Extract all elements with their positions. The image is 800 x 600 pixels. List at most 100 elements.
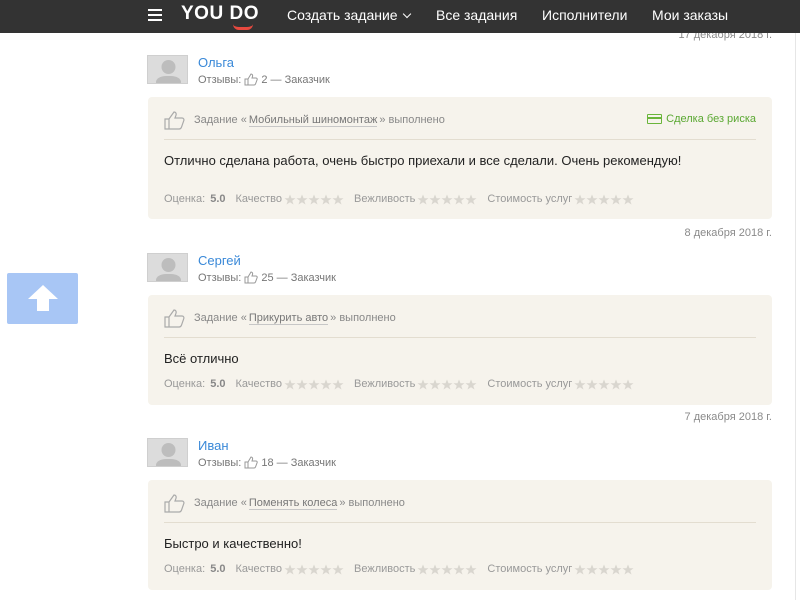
- star-icon: [622, 379, 634, 389]
- nav-my-orders[interactable]: Мои заказы: [652, 7, 728, 23]
- arrow-up-icon: [28, 285, 58, 311]
- avatar[interactable]: [147, 438, 188, 467]
- reviewer-meta: Отзывы: 25 — Заказчик: [198, 271, 336, 284]
- rating-row: Оценка: 5.0 Качество Вежливость Стоимост…: [164, 563, 644, 575]
- reviewer-role: — Заказчик: [270, 73, 330, 86]
- star-icon: [598, 379, 610, 389]
- credit-card-icon: [647, 114, 663, 124]
- reviews-label: Отзывы:: [198, 271, 242, 284]
- reviewer-meta: Отзывы: 2 — Заказчик: [198, 73, 330, 86]
- task-link[interactable]: Прикурить авто: [248, 312, 329, 325]
- star-icon: [308, 379, 320, 389]
- star-icon: [284, 564, 296, 574]
- star-icon: [308, 564, 320, 574]
- score-prefix: Оценка:: [164, 563, 206, 575]
- menu-icon[interactable]: [148, 9, 162, 21]
- thumb-up-icon: [244, 271, 259, 284]
- star-icon: [465, 564, 477, 574]
- reviewer-meta: Отзывы: 18 — Заказчик: [198, 456, 336, 469]
- star-icon: [308, 194, 320, 204]
- review-card: Задание «Прикурить авто» выполнено Всё о…: [148, 295, 772, 405]
- reviews-count: 25: [261, 271, 274, 284]
- task-prefix: Задание «: [194, 497, 247, 509]
- star-icon: [417, 564, 429, 574]
- star-icon: [598, 564, 610, 574]
- safe-deal-link[interactable]: Сделка без риска: [647, 113, 756, 125]
- star-icon: [610, 194, 622, 204]
- task-info: Задание «Мобильный шиномонтаж» выполнено…: [164, 110, 756, 130]
- cost-stars: [574, 194, 634, 205]
- star-icon: [320, 379, 332, 389]
- reviews-count: 2: [261, 73, 268, 86]
- thumb-up-icon: [244, 456, 259, 469]
- star-icon: [586, 194, 598, 204]
- score-prefix: Оценка:: [164, 193, 206, 205]
- star-icon: [441, 564, 453, 574]
- chevron-down-icon: [402, 9, 411, 19]
- reviewer-name[interactable]: Иван: [198, 438, 229, 453]
- star-icon: [574, 379, 586, 389]
- nav-all-tasks[interactable]: Все задания: [436, 7, 517, 23]
- star-icon: [429, 379, 441, 389]
- scroll-to-top-button[interactable]: [7, 273, 78, 324]
- politeness-stars: [417, 564, 477, 575]
- star-icon: [429, 564, 441, 574]
- star-icon: [465, 194, 477, 204]
- thumb-up-icon: [244, 73, 259, 86]
- logo-text-right: DO: [229, 3, 259, 24]
- reviewer-name[interactable]: Сергей: [198, 253, 241, 268]
- star-icon: [417, 194, 429, 204]
- task-link[interactable]: Поменять колеса: [248, 497, 338, 510]
- safe-deal-label: Сделка без риска: [666, 113, 756, 125]
- quality-stars: [284, 564, 344, 575]
- star-icon: [574, 194, 586, 204]
- cost-label: Стоимость услуг: [487, 193, 573, 205]
- quality-stars: [284, 194, 344, 205]
- star-icon: [441, 379, 453, 389]
- thumb-up-icon: [164, 308, 185, 328]
- reviewer-name[interactable]: Ольга: [198, 55, 234, 70]
- avatar[interactable]: [147, 253, 188, 282]
- cost-label: Стоимость услуг: [487, 378, 573, 390]
- star-icon: [610, 564, 622, 574]
- top-navigation-bar: YOU DO Создать задание Все задания Испол…: [0, 0, 800, 33]
- star-icon: [296, 564, 308, 574]
- review-text: Отлично сделана работа, очень быстро при…: [164, 153, 682, 168]
- star-icon: [574, 564, 586, 574]
- avatar[interactable]: [147, 55, 188, 84]
- star-icon: [296, 194, 308, 204]
- star-icon: [465, 379, 477, 389]
- score-value: 5.0: [210, 378, 226, 390]
- review-date: 8 декабря 2018 г.: [684, 227, 772, 239]
- star-icon: [332, 564, 344, 574]
- star-icon: [586, 564, 598, 574]
- quality-label: Качество: [235, 378, 283, 390]
- task-link[interactable]: Мобильный шиномонтаж: [248, 114, 378, 127]
- star-icon: [320, 564, 332, 574]
- thumb-up-icon: [164, 110, 185, 130]
- youdo-logo[interactable]: YOU DO: [181, 3, 259, 30]
- politeness-label: Вежливость: [354, 563, 416, 575]
- review-text: Быстро и качественно!: [164, 536, 302, 551]
- reviews-label: Отзывы:: [198, 456, 242, 469]
- nav-create-task[interactable]: Создать задание: [287, 7, 411, 23]
- star-icon: [453, 194, 465, 204]
- task-prefix: Задание «: [194, 312, 247, 324]
- score-value: 5.0: [210, 563, 226, 575]
- politeness-label: Вежливость: [354, 193, 416, 205]
- content-border: [795, 33, 796, 600]
- reviews-count: 18: [261, 456, 274, 469]
- review-text: Всё отлично: [164, 351, 239, 366]
- star-icon: [417, 379, 429, 389]
- cost-label: Стоимость услуг: [487, 563, 573, 575]
- star-icon: [586, 379, 598, 389]
- star-icon: [320, 194, 332, 204]
- logo-text-left: YOU: [181, 3, 224, 24]
- task-info: Задание «Поменять колеса» выполнено: [164, 493, 756, 513]
- star-icon: [622, 194, 634, 204]
- thumb-up-icon: [164, 493, 185, 513]
- score-prefix: Оценка:: [164, 378, 206, 390]
- quality-label: Качество: [235, 193, 283, 205]
- nav-executors[interactable]: Исполнители: [542, 7, 627, 23]
- divider: [164, 139, 756, 140]
